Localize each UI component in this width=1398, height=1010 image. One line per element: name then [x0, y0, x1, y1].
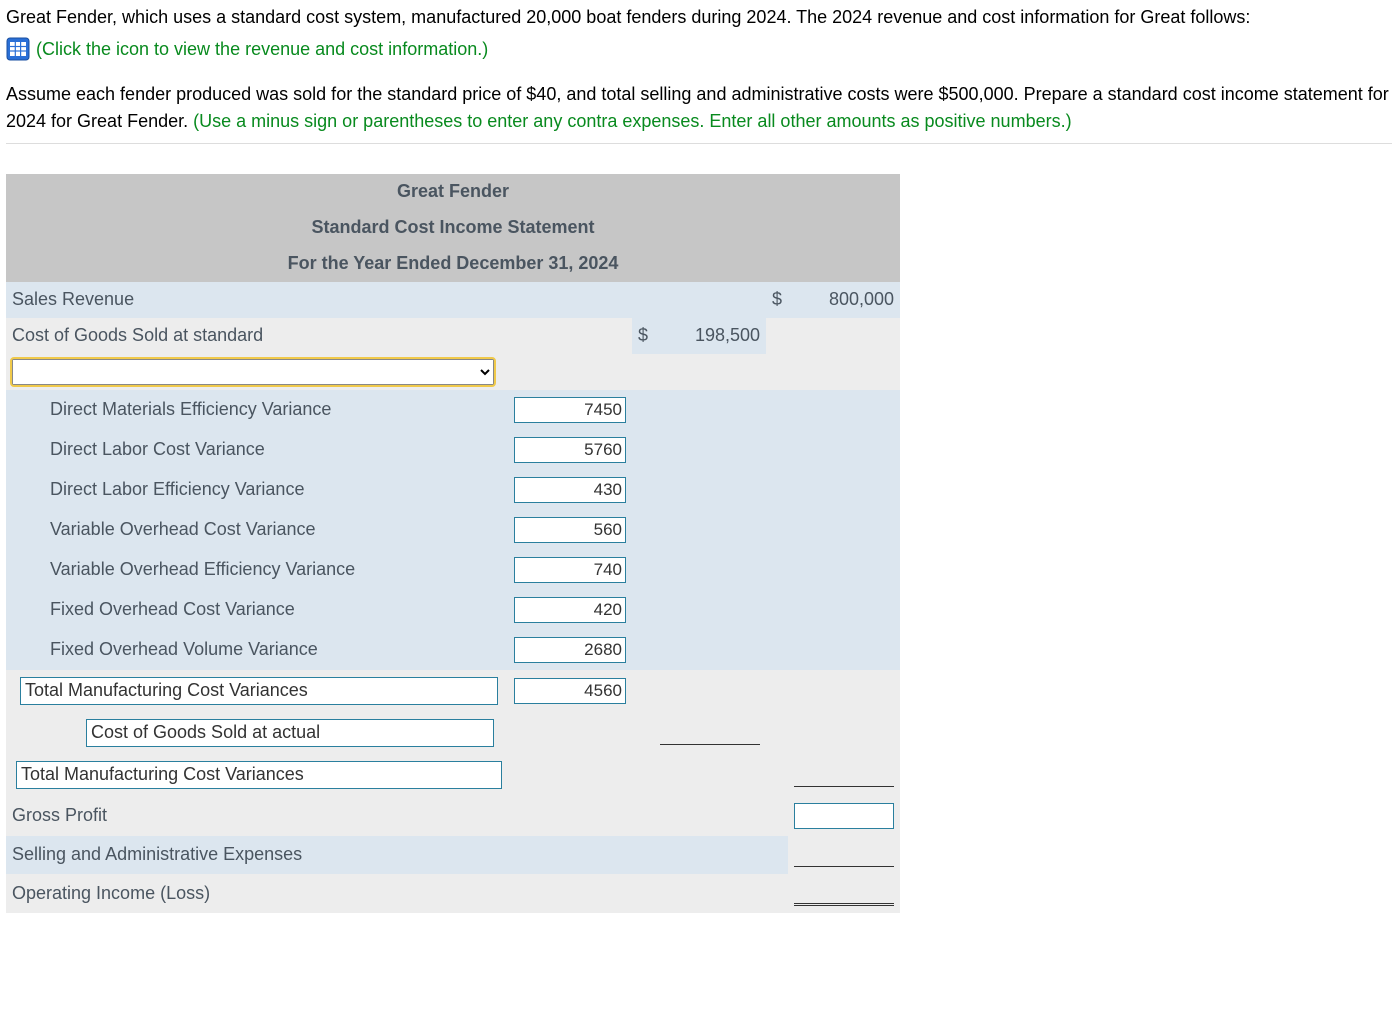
dl-cost-variance-label: Direct Labor Cost Variance [6, 430, 508, 470]
cogs-actual-value-input[interactable] [660, 721, 760, 745]
voh-cost-variance-label: Variable Overhead Cost Variance [6, 510, 508, 550]
dm-eff-variance-input[interactable] [514, 397, 626, 423]
cogs-standard-label: Cost of Goods Sold at standard [6, 318, 508, 354]
operating-income-input[interactable] [794, 882, 894, 906]
dl-cost-variance-input[interactable] [514, 437, 626, 463]
variance-category-dropdown[interactable] [12, 359, 494, 385]
operating-income-label: Operating Income (Loss) [6, 874, 508, 913]
total-variance2-label-input[interactable] [16, 761, 502, 789]
foh-vol-variance-input[interactable] [514, 637, 626, 663]
view-info-link[interactable]: (Click the icon to view the revenue and … [6, 36, 488, 63]
sales-revenue-label: Sales Revenue [6, 282, 508, 318]
foh-vol-variance-label: Fixed Overhead Volume Variance [6, 630, 508, 670]
table-icon [6, 37, 30, 61]
dm-eff-variance-label: Direct Materials Efficiency Variance [6, 390, 508, 430]
divider [6, 143, 1392, 144]
income-statement-table: Great Fender Standard Cost Income Statem… [6, 174, 900, 913]
cogs-actual-label-input[interactable] [86, 719, 494, 747]
instructions-block: Great Fender, which uses a standard cost… [6, 4, 1392, 135]
dl-eff-variance-label: Direct Labor Efficiency Variance [6, 470, 508, 510]
total-variance-value-input[interactable] [514, 678, 626, 704]
total-variance2-value-input[interactable] [794, 763, 894, 787]
sga-label: Selling and Administrative Expenses [6, 836, 508, 874]
sales-value: 800,000 [788, 282, 900, 318]
instruction-text-1: Great Fender, which uses a standard cost… [6, 4, 1392, 31]
gross-profit-label: Gross Profit [6, 796, 508, 836]
cogs-currency: $ [638, 325, 648, 345]
header-company: Great Fender [6, 174, 900, 210]
voh-cost-variance-input[interactable] [514, 517, 626, 543]
view-info-text: (Click the icon to view the revenue and … [36, 36, 488, 63]
header-title: Standard Cost Income Statement [6, 210, 900, 246]
sales-currency: $ [766, 282, 788, 318]
gross-profit-input[interactable] [794, 803, 894, 829]
cogs-value: 198,500 [654, 318, 766, 354]
dl-eff-variance-input[interactable] [514, 477, 626, 503]
instruction-text-2: Assume each fender produced was sold for… [6, 81, 1392, 135]
voh-eff-variance-label: Variable Overhead Efficiency Variance [6, 550, 508, 590]
foh-cost-variance-input[interactable] [514, 597, 626, 623]
foh-cost-variance-label: Fixed Overhead Cost Variance [6, 590, 508, 630]
voh-eff-variance-input[interactable] [514, 557, 626, 583]
sga-input[interactable] [794, 843, 894, 867]
total-variance-label-input[interactable] [20, 677, 498, 705]
header-period: For the Year Ended December 31, 2024 [6, 246, 900, 282]
